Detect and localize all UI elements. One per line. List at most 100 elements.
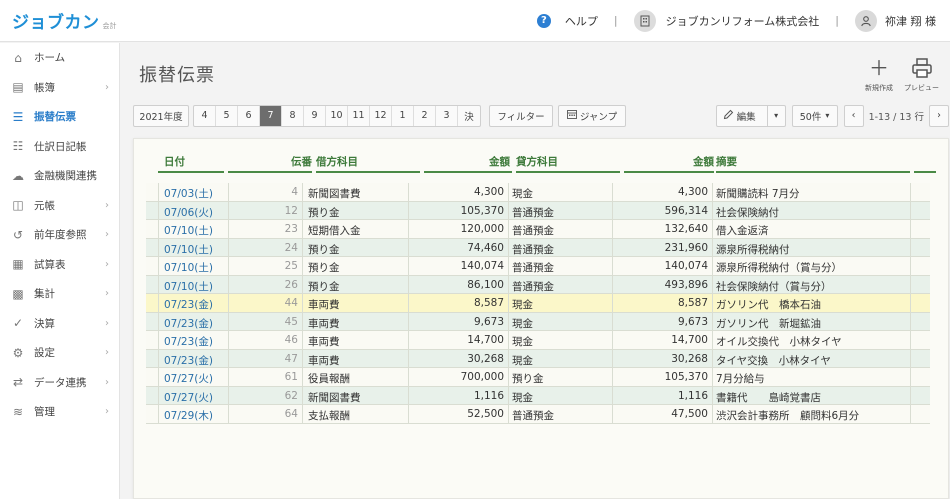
- sidebar-item-2[interactable]: ☰ 振替伝票: [0, 102, 119, 132]
- header-slip-no[interactable]: 伝番: [274, 154, 312, 169]
- chevron-right-icon: ›: [105, 288, 109, 300]
- gear-icon: ⚙: [12, 345, 24, 360]
- calendar-icon: [566, 109, 577, 122]
- header-debit-amount[interactable]: 金額: [460, 154, 510, 169]
- month-button[interactable]: 3: [436, 105, 458, 126]
- cell-credit-amount: 140,074: [664, 260, 708, 272]
- user-avatar-icon[interactable]: [855, 9, 877, 32]
- filter-button[interactable]: フィルター: [489, 104, 553, 127]
- table-row[interactable]: 07/10(土) 23 短期借入金 120,000 普通預金 132,640 借入金返済: [146, 220, 930, 239]
- cell-date: 07/10(土): [164, 262, 213, 274]
- cell-memo: 源泉所得税納付（賞与分）: [716, 262, 842, 274]
- fiscal-year-button[interactable]: 2021年度: [133, 104, 189, 127]
- app-logo[interactable]: ジョブカン 会計: [12, 8, 117, 33]
- header-date[interactable]: 日付: [164, 154, 185, 169]
- prev-page-button[interactable]: ‹: [843, 104, 864, 127]
- table-row[interactable]: 07/03(土) 4 新聞図書費 4,300 現金 4,300 新聞購読料 7月分: [146, 183, 930, 202]
- new-entry-button[interactable]: ＋ 新規作成: [865, 57, 893, 93]
- edit-label: 編集: [736, 111, 756, 123]
- cell-memo: タイヤ交換 小林タイヤ: [716, 354, 831, 367]
- table-row[interactable]: 07/23(金) 46 車両費 14,700 現金 14,700 オイル交換代 小林タイヤ: [146, 331, 930, 350]
- jump-button[interactable]: ジャンプ: [558, 104, 626, 127]
- cell-date: 07/03(土): [164, 188, 213, 200]
- edit-dropdown-icon[interactable]: ▾: [766, 105, 785, 126]
- list-icon: ☷: [12, 139, 24, 154]
- table-row[interactable]: 07/23(金) 44 車両費 8,587 現金 8,587 ガソリン代 橋本石油: [146, 294, 930, 313]
- cell-debit-account: 車両費: [308, 336, 340, 348]
- table-row[interactable]: 07/29(木) 64 支払報酬 52,500 普通預金 47,500 渋沢会計事務所 顧問…: [146, 405, 930, 424]
- month-button[interactable]: 9: [304, 105, 326, 126]
- cell-date: 07/10(土): [164, 225, 213, 237]
- table-row[interactable]: 07/23(金) 45 車両費 9,673 現金 9,673 ガソリン代 新堀鉱油: [146, 312, 930, 331]
- table-row[interactable]: 07/10(土) 25 預り金 140,074 普通預金 140,074 源泉所得税納付（賞…: [146, 257, 930, 276]
- cell-no: 46: [284, 334, 298, 346]
- cell-credit-amount: 4,300: [677, 186, 708, 198]
- jump-label: ジャンプ: [579, 111, 618, 123]
- chevron-left-icon: ‹: [851, 110, 856, 121]
- help-link[interactable]: ヘルプ: [565, 13, 598, 29]
- month-button[interactable]: 10: [326, 105, 348, 126]
- cell-no: 61: [284, 371, 298, 383]
- sidebar-item-7[interactable]: ▦ 試算表 ›: [0, 250, 119, 280]
- cell-debit-amount: 140,074: [460, 260, 504, 272]
- month-button[interactable]: 11: [348, 105, 370, 126]
- month-button[interactable]: 8: [282, 105, 304, 126]
- month-button[interactable]: 12: [370, 105, 392, 126]
- cell-debit-amount: 105,370: [460, 204, 504, 217]
- month-button[interactable]: 4: [194, 105, 216, 126]
- table-row[interactable]: 07/10(土) 26 預り金 86,100 普通預金 493,896 社会保険納付（賞与分…: [146, 275, 930, 294]
- per-page-select[interactable]: 50件 ▾: [791, 104, 838, 127]
- cell-date: 07/23(金): [164, 299, 213, 311]
- sidebar-item-label: 元帳: [34, 199, 55, 212]
- sidebar-item-6[interactable]: ↺ 前年度参照 ›: [0, 220, 119, 250]
- cell-no: 4: [291, 186, 298, 198]
- month-button[interactable]: 6: [238, 105, 260, 126]
- cell-credit-account: 現金: [512, 188, 533, 200]
- user-menu[interactable]: 祢津 翔 様: [885, 13, 936, 29]
- sidebar-item-11[interactable]: ⇄ データ連携 ›: [0, 368, 119, 398]
- preview-button[interactable]: プレビュー: [904, 57, 939, 93]
- table-row[interactable]: 07/27(火) 62 新聞図書費 1,116 現金 1,116 書籍代 島崎覚書店: [146, 386, 930, 405]
- edit-button[interactable]: 編集 ▾: [715, 104, 786, 127]
- cell-credit-account: 現金: [512, 354, 533, 367]
- next-page-button[interactable]: ›: [929, 104, 949, 127]
- sidebar-item-label: 振替伝票: [34, 111, 76, 124]
- sidebar-item-3[interactable]: ☷ 仕訳日記帳: [0, 132, 119, 162]
- sidebar-item-12[interactable]: ≋ 管理 ›: [0, 397, 119, 427]
- company-selector[interactable]: ジョブカンリフォーム株式会社: [666, 13, 820, 29]
- header-credit-amount[interactable]: 金額: [664, 154, 714, 169]
- sidebar-item-4[interactable]: ☁ 金融機関連携: [0, 161, 119, 191]
- header-credit-account[interactable]: 貸方科目: [516, 154, 558, 169]
- month-button[interactable]: 2: [414, 105, 436, 126]
- header-memo[interactable]: 摘要: [716, 154, 737, 169]
- help-icon[interactable]: ?: [536, 13, 551, 28]
- sidebar-item-label: 決算: [34, 317, 55, 330]
- header-debit-account[interactable]: 借方科目: [316, 154, 358, 169]
- table-row[interactable]: 07/27(火) 61 役員報酬 700,000 預り金 105,370 7月分給与: [146, 368, 930, 387]
- cell-debit-amount: 120,000: [460, 223, 504, 235]
- sidebar-item-5[interactable]: ◫ 元帳 ›: [0, 191, 119, 221]
- month-button[interactable]: 5: [216, 105, 238, 126]
- cell-memo: 源泉所得税納付: [716, 243, 790, 256]
- cell-date: 07/23(金): [164, 336, 213, 348]
- cell-memo: 社会保険納付（賞与分）: [716, 280, 832, 293]
- sidebar: ⌂ ホーム ▤ 帳簿 › ☰ 振替伝票 ☷ 仕訳日記帳 ☁ 金融機関連携 ◫ 元帳 › ↺ 前年度参照 › ▦ 試算…: [0, 43, 120, 499]
- sidebar-item-8[interactable]: ▩ 集計 ›: [0, 279, 119, 309]
- month-button[interactable]: 1: [392, 105, 414, 126]
- header-underline: [424, 171, 512, 173]
- table-row[interactable]: 07/10(土) 24 預り金 74,460 普通預金 231,960 源泉所得税納付: [146, 238, 930, 257]
- month-button[interactable]: 決: [458, 106, 480, 126]
- cell-debit-account: 新聞図書費: [308, 188, 361, 200]
- cell-debit-amount: 1,116: [473, 389, 504, 402]
- table-row[interactable]: 07/23(金) 47 車両費 30,268 現金 30,268 タイヤ交換 小林タイヤ: [146, 349, 930, 368]
- table-body: 07/03(土) 4 新聞図書費 4,300 現金 4,300 新聞購読料 7月分 07/06…: [146, 183, 930, 424]
- sidebar-item-9[interactable]: ✓ 決算 ›: [0, 309, 119, 339]
- sidebar-item-1[interactable]: ▤ 帳簿 ›: [0, 73, 119, 103]
- cell-date: 07/27(火): [164, 391, 213, 404]
- sidebar-item-10[interactable]: ⚙ 設定 ›: [0, 338, 119, 368]
- sidebar-item-0[interactable]: ⌂ ホーム: [0, 43, 119, 73]
- building-icon[interactable]: [633, 9, 656, 32]
- chevron-right-icon: ›: [105, 376, 109, 388]
- month-button[interactable]: 7: [260, 105, 282, 126]
- table-row[interactable]: 07/06(火) 12 預り金 105,370 普通預金 596,314 社会保険納付: [146, 201, 930, 220]
